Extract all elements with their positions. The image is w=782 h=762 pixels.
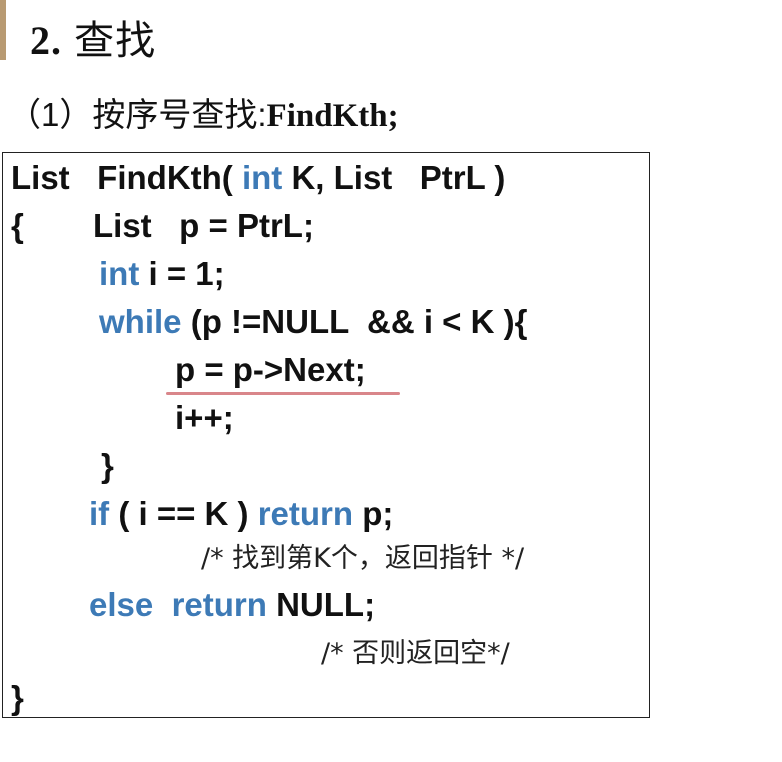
- code-line-else: else return NULL;: [89, 585, 375, 625]
- code-line-declare-p: List p = PtrL;: [93, 207, 314, 244]
- code-keyword: int: [241, 159, 283, 196]
- section-number: 2.: [30, 18, 62, 63]
- code-text: NULL;: [266, 586, 376, 623]
- code-text: K, List PtrL ): [282, 159, 506, 196]
- section-title: 查找: [74, 19, 157, 63]
- subsection-heading: （1）按序号查找:FindKth;: [8, 88, 399, 136]
- code-line-while: while (p !=NULL && i < K ){: [99, 302, 527, 342]
- section-heading: 2. 查找: [30, 8, 156, 66]
- code-text: List FindKth(: [11, 159, 242, 196]
- code-line-declare-i: int i = 1;: [99, 254, 225, 294]
- code-line-increment-i: i++;: [175, 399, 234, 436]
- code-keyword: return: [257, 495, 354, 532]
- code-line-open-brace: {: [11, 207, 24, 244]
- code-comment-found: /* 找到第K个，返回指针 */: [201, 543, 525, 574]
- code-line-signature: List FindKth( int K, List PtrL ): [11, 158, 505, 198]
- code-line-close-brace: }: [11, 679, 24, 716]
- code-line-close-while: }: [101, 447, 114, 484]
- code-text: i = 1;: [139, 255, 225, 292]
- code-keyword: int: [99, 255, 140, 292]
- code-keyword: if: [89, 495, 110, 532]
- code-comment-null: /* 否则返回空*/: [321, 638, 510, 669]
- code-text: ( i == K ): [109, 495, 258, 532]
- subsection-function-name: FindKth;: [266, 98, 399, 134]
- subsection-label: （1）按序号查找:: [8, 96, 267, 133]
- code-line-if: if ( i == K ) return p;: [89, 494, 393, 534]
- code-line-advance-p: p = p->Next;: [175, 351, 366, 388]
- slide-accent-bar: [0, 0, 6, 60]
- code-keyword: while: [99, 303, 182, 340]
- code-keyword: return: [171, 586, 267, 623]
- code-block: List FindKth( int K, List PtrL ) { List …: [2, 152, 650, 718]
- highlight-underline: [166, 392, 400, 395]
- code-keyword: else: [89, 586, 154, 623]
- code-text: (p !=NULL && i < K ){: [181, 303, 528, 340]
- code-text: p;: [353, 495, 394, 532]
